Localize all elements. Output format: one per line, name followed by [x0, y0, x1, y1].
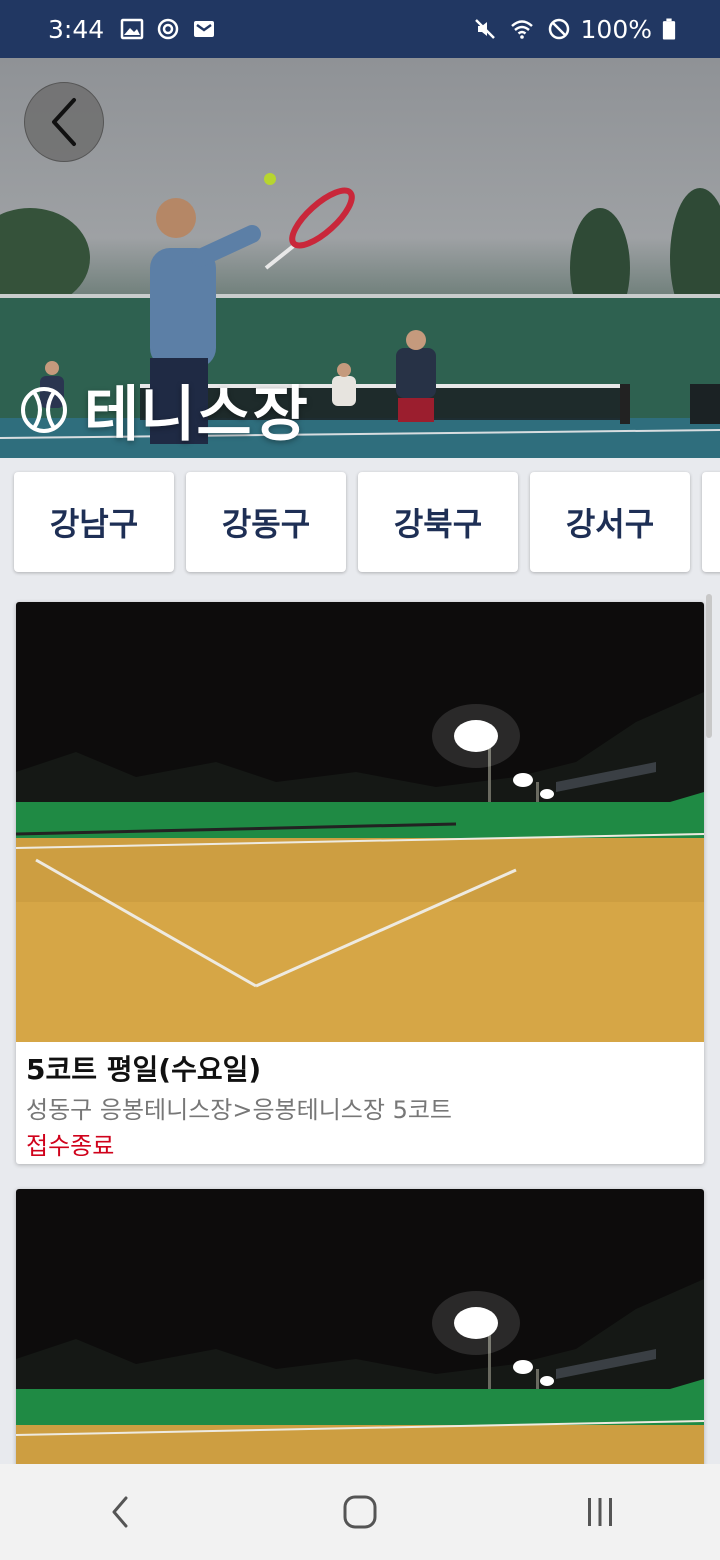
court-photo [16, 602, 704, 1042]
chevron-left-icon [52, 98, 76, 146]
court-card[interactable]: 5코트 평일(수요일) 성동구 응봉테니스장>응봉테니스장 5코트 접수종료 [16, 602, 704, 1164]
card-subtitle: 성동구 응봉테니스장>응봉테니스장 5코트 [26, 1096, 452, 1124]
district-chip[interactable]: 강동구 [186, 472, 346, 572]
nav-recents-button[interactable] [550, 1464, 650, 1560]
scrollbar-thumb[interactable] [706, 594, 712, 738]
district-chip-list[interactable]: 강남구 강동구 강북구 강서구 [0, 458, 720, 588]
sync-icon [157, 18, 179, 40]
court-card[interactable] [16, 1189, 704, 1489]
image-icon [120, 18, 144, 40]
dnd-icon [548, 18, 569, 40]
mute-icon [474, 19, 495, 39]
nav-back-button[interactable] [70, 1464, 170, 1560]
district-chip[interactable]: 강서구 [530, 472, 690, 572]
home-icon [343, 1495, 377, 1529]
nav-home-button[interactable] [310, 1464, 410, 1560]
status-icons-left [120, 17, 216, 41]
district-chip[interactable] [702, 472, 720, 572]
hero-banner: 테니스장 [0, 58, 720, 458]
mail-icon [194, 21, 215, 37]
page-title: 테니스장 [20, 366, 309, 453]
card-status: 접수종료 [26, 1132, 115, 1160]
district-chip[interactable]: 강북구 [358, 472, 518, 572]
battery-percent: 100% [580, 14, 652, 44]
tennis-ball-icon [21, 386, 67, 433]
status-time: 3:44 [48, 14, 105, 44]
recents-icon [588, 1498, 612, 1526]
back-icon [112, 1496, 128, 1528]
status-icons-right: 100% [473, 15, 676, 44]
district-chip[interactable]: 강남구 [14, 472, 174, 572]
status-bar: 3:44 100% [0, 0, 720, 58]
page-title-text: 테니스장 [84, 380, 309, 450]
card-title: 5코트 평일(수요일) [26, 1053, 262, 1086]
system-nav-bar [0, 1464, 720, 1560]
wifi-icon [510, 20, 533, 39]
battery-icon [662, 18, 676, 40]
court-photo [16, 1189, 704, 1489]
back-button[interactable] [24, 82, 104, 162]
